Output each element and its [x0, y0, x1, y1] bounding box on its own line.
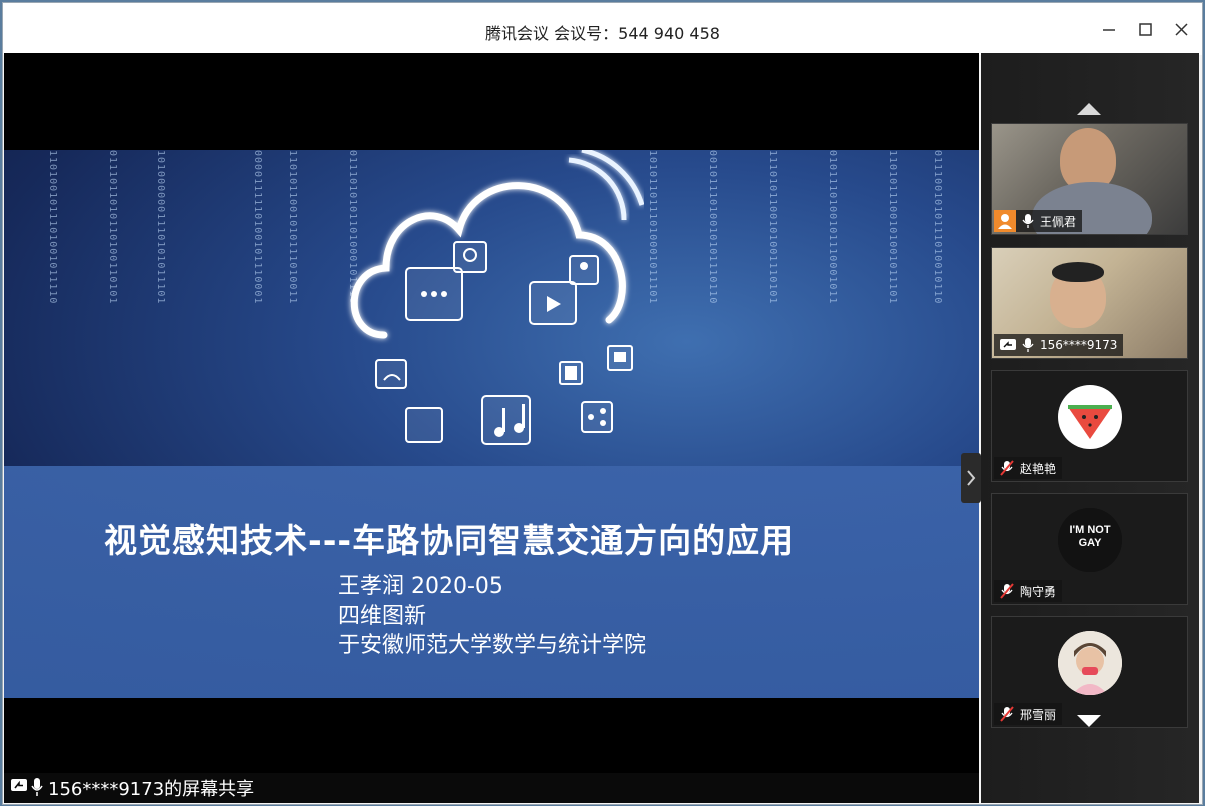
expand-panel-button[interactable]	[961, 453, 981, 503]
binary-decoration: 1010000001110101011101	[155, 150, 166, 305]
binary-decoration: 0111001010111010010110	[932, 150, 943, 305]
participant-name-bar: 邢雪丽	[994, 703, 1063, 725]
microphone-muted-icon	[1000, 706, 1014, 722]
participant-name: 邢雪丽	[1020, 707, 1057, 722]
cloud-icon	[350, 150, 644, 445]
participant-name: 王佩君	[1040, 214, 1077, 229]
binary-decoration: 0111011010110100110101	[107, 150, 118, 305]
scroll-up-icon[interactable]	[1076, 101, 1102, 117]
participant-tile[interactable]: 赵艳艳	[991, 370, 1188, 482]
photo-avatar-icon	[1058, 631, 1122, 695]
avatar	[1058, 385, 1122, 449]
maximize-icon[interactable]	[1133, 17, 1157, 41]
microphone-muted-icon	[1000, 460, 1014, 476]
participant-tile[interactable]: 邢雪丽	[991, 616, 1188, 728]
binary-decoration: 1101001011101001011110	[47, 150, 58, 305]
participant-panel: 王佩君 156****9173 赵艳艳 I'M NOT GAY 陶守勇 邢雪丽	[981, 53, 1199, 803]
presentation-slide: 1101001011101001011110 01110110101101001…	[4, 150, 979, 698]
title-bar: 腾讯会议 会议号：544 940 458	[3, 3, 1202, 55]
screen-share-label: 156****9173的屏幕共享	[48, 779, 255, 800]
avatar: I'M NOT GAY	[1058, 508, 1122, 572]
microphone-icon	[31, 778, 43, 796]
slide-organization: 四维图新	[338, 604, 427, 629]
binary-decoration: 0010111010010101110110	[707, 150, 718, 305]
screen-share-icon	[11, 779, 27, 791]
minimize-icon[interactable]	[1097, 17, 1121, 41]
avatar	[1058, 631, 1122, 695]
watermelon-avatar-icon	[1068, 405, 1112, 439]
participant-tile[interactable]: I'M NOT GAY 陶守勇	[991, 493, 1188, 605]
microphone-muted-icon	[1000, 583, 1014, 599]
binary-decoration: 0101110100101110001011	[827, 150, 838, 305]
close-icon[interactable]	[1169, 17, 1193, 41]
participant-tile[interactable]: 156****9173	[991, 247, 1188, 359]
screen-share-icon	[1000, 339, 1016, 350]
participant-name-bar: 赵艳艳	[994, 457, 1063, 479]
window-title: 腾讯会议 会议号：544 940 458	[485, 24, 720, 43]
binary-decoration: 1101011001010111010011	[287, 150, 298, 305]
host-icon	[994, 210, 1016, 232]
participant-name: 赵艳艳	[1020, 461, 1057, 476]
participant-name: 156****9173	[1040, 338, 1118, 352]
slide-title: 视觉感知技术---车路协同智慧交通方向的应用	[104, 521, 795, 560]
shared-screen: 1101001011101001011110 01110110101101001…	[4, 53, 981, 773]
participant-name-bar: 陶守勇	[994, 580, 1063, 602]
binary-decoration: 1101011100101001011101	[887, 150, 898, 305]
slide-author-date: 王孝润 2020-05	[338, 574, 503, 599]
chevron-right-icon	[967, 470, 976, 486]
avatar-text: I'M NOT GAY	[1069, 524, 1111, 549]
slide-venue: 于安徽师范大学数学与统计学院	[338, 633, 647, 658]
scroll-down-icon[interactable]	[1076, 713, 1102, 729]
microphone-icon	[1022, 338, 1034, 352]
participant-name: 陶守勇	[1020, 584, 1057, 599]
binary-decoration: 0000111110100101110001	[252, 150, 263, 305]
participant-name-bar: 156****9173	[994, 334, 1124, 356]
screen-share-status: 156****9173的屏幕共享	[4, 773, 979, 803]
slide-banner: 视觉感知技术---车路协同智慧交通方向的应用 王孝润 2020-05 四维图新 …	[4, 466, 979, 698]
binary-decoration: 1010110111010001011101	[647, 150, 658, 305]
participant-tile[interactable]: 王佩君	[991, 123, 1188, 235]
participant-name-bar: 王佩君	[994, 210, 1083, 232]
microphone-icon	[1022, 214, 1034, 228]
participant-video	[1052, 262, 1104, 282]
binary-decoration: 1110101100101001110101	[767, 150, 778, 305]
